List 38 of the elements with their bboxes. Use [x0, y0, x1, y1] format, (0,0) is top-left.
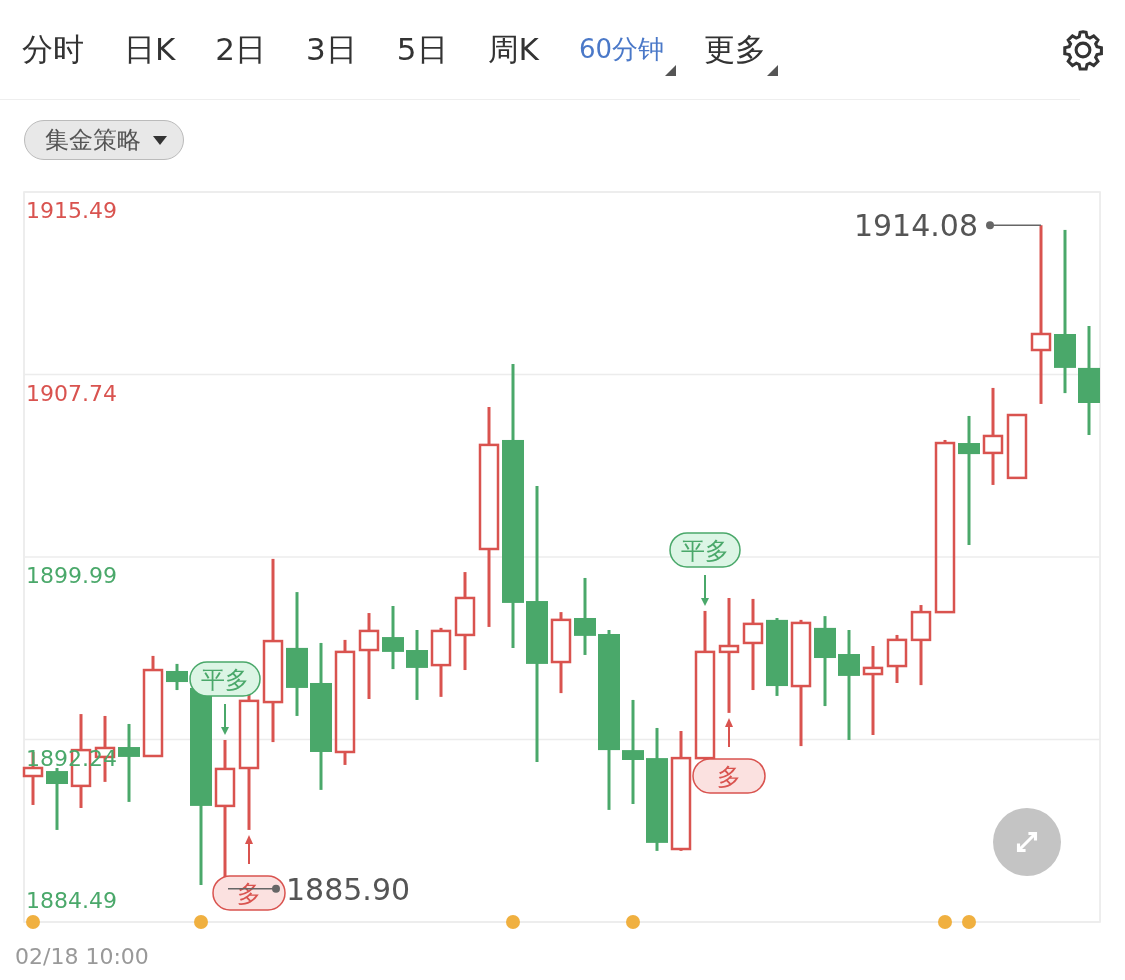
event-marker — [506, 915, 520, 929]
price-label: 1914.08 — [853, 208, 978, 244]
arrow-up-icon — [725, 717, 733, 748]
rising-candlestick — [886, 634, 908, 683]
y-axis-label: 1907.74 — [26, 380, 117, 406]
event-marker — [26, 915, 40, 929]
arrow-down-icon — [221, 702, 229, 735]
falling-candlestick — [166, 663, 188, 691]
signal-tag: 平多 — [189, 661, 261, 697]
timeframe-tab[interactable]: 更多 — [696, 19, 774, 80]
y-axis-label: 1884.49 — [26, 888, 117, 913]
timeframe-tab[interactable]: 日K — [116, 19, 184, 80]
event-marker — [626, 915, 640, 929]
falling-candlestick — [382, 606, 404, 670]
timeframe-tab[interactable]: 5日 — [388, 19, 456, 80]
y-axis-label: 1899.99 — [26, 563, 117, 588]
timeframe-tab[interactable]: 60分钟 — [570, 19, 672, 80]
arrow-up-icon — [245, 834, 253, 865]
price-label: 1885.90 — [286, 871, 411, 907]
rising-candlestick — [1006, 413, 1028, 480]
timeframe-tab[interactable]: 3日 — [298, 19, 365, 80]
y-axis-label: 1915.49 — [26, 198, 117, 223]
falling-candlestick — [46, 768, 68, 830]
event-marker — [938, 915, 952, 929]
x-axis-label: 02/18 10:00 — [15, 944, 149, 969]
strategy-dropdown[interactable]: 集金策略 — [24, 120, 184, 160]
falling-candlestick — [406, 630, 428, 700]
caret-icon — [153, 135, 167, 145]
event-marker — [194, 915, 208, 929]
event-marker — [962, 915, 976, 929]
timeframe-tab[interactable]: 周K — [479, 19, 547, 80]
timeframe-tab[interactable]: 分时 — [14, 19, 92, 80]
arrow-down-icon — [701, 573, 709, 606]
timeframe-tab[interactable]: 2日 — [207, 19, 275, 80]
signal-tag: 多 — [692, 758, 766, 794]
signal-tag: 平多 — [669, 532, 741, 568]
leader-line — [986, 221, 1042, 230]
rising-candlestick — [430, 627, 452, 697]
